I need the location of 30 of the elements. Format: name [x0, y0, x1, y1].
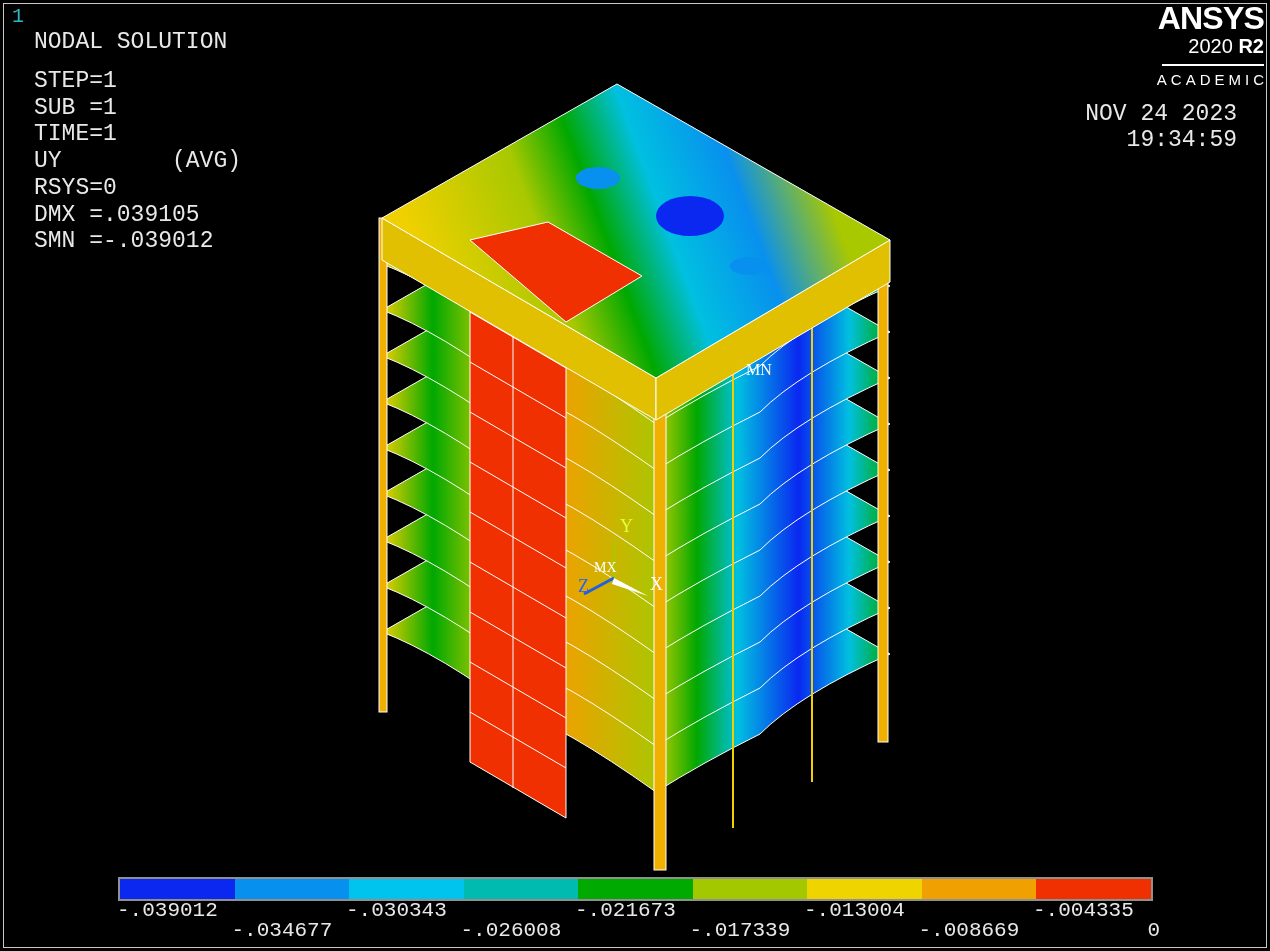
info-text: SMN =-.039012 — [34, 228, 214, 255]
info-text: RSYS=0 — [34, 174, 117, 202]
plot-title: NODAL SOLUTION — [34, 28, 228, 56]
plot-time: 19:34:59 — [1126, 127, 1237, 153]
legend-label: -.039012 — [117, 900, 218, 922]
minimum-marker: MN — [746, 361, 772, 378]
legend-label: -.004335 — [1033, 900, 1134, 922]
legend-label: -.013004 — [804, 900, 905, 922]
info-text: STEP=1 — [34, 68, 117, 95]
logo-name: ANSYS — [1157, 2, 1264, 34]
legend-label: -.008669 — [918, 920, 1020, 942]
info-text: DMX =.039105 — [34, 201, 200, 229]
info-text: SUB =1 — [34, 94, 117, 122]
axis-label: Z — [578, 576, 589, 596]
axis-label: X — [650, 574, 663, 594]
window-number: 1 — [12, 4, 24, 30]
legend-label: -.026008 — [460, 920, 562, 942]
plot-date: NOV 24 2023 — [1085, 101, 1237, 127]
logo-version: 2020 R2 — [1188, 34, 1264, 58]
info-text: TIME=1 — [34, 121, 117, 149]
info-text: (AVG) — [172, 148, 241, 175]
legend-label: 0 — [1147, 920, 1161, 942]
maximum-marker: MX — [594, 560, 617, 575]
logo-edition: ACADEMIC — [1156, 70, 1268, 90]
legend-label: -.030343 — [346, 900, 447, 922]
info-text: UY — [34, 148, 63, 175]
legend-label: -.017339 — [689, 920, 791, 942]
axis-label: Y — [620, 516, 633, 536]
legend-label: -.034677 — [231, 920, 333, 942]
legend-label: -.021673 — [575, 900, 676, 922]
